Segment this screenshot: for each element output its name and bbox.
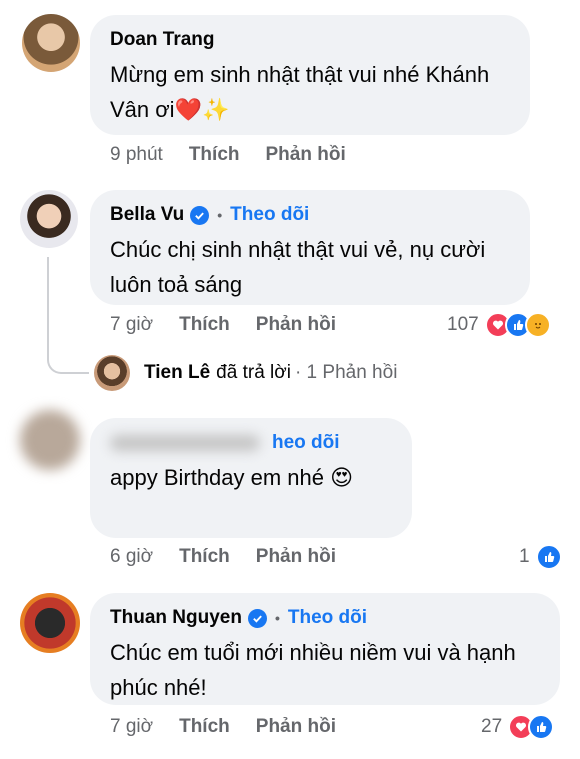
reply-button[interactable]: Phản hồi <box>266 144 346 166</box>
comment-actions: 6 giờ Thích Phản hồi <box>110 542 362 572</box>
comment-time[interactable]: 7 giờ <box>110 314 153 336</box>
comment-time[interactable]: 9 phút <box>110 144 163 166</box>
comment-time[interactable]: 7 giờ <box>110 716 153 738</box>
like-reaction-icon <box>535 544 562 570</box>
reply-count[interactable]: · 1 Phản hồi <box>295 362 397 384</box>
separator-dot: • <box>274 610 280 626</box>
like-reaction-icon <box>528 714 555 740</box>
comment-bubble: heo dõi appy Birthday em nhé 😍 <box>90 418 412 538</box>
like-button[interactable]: Thích <box>179 314 230 336</box>
comment-actions: 9 phút Thích Phản hồi <box>110 140 372 170</box>
comment-bubble: Bella Vu • Theo dõi Chúc chị sinh nhật t… <box>90 190 530 305</box>
commenter-name-blurred <box>110 435 260 451</box>
avatar[interactable] <box>20 190 78 248</box>
comment-text: Chúc chị sinh nhật thật vui vẻ, nụ cười … <box>110 237 486 297</box>
reply-summary[interactable]: Tien Lê đã trả lời · 1 Phản hồi <box>94 355 397 391</box>
reaction-count: 27 <box>481 716 503 737</box>
verified-badge-icon <box>190 205 210 225</box>
comment-text: Chúc em tuổi mới nhiều niềm vui và hạnh … <box>110 640 516 700</box>
reply-avatar[interactable] <box>94 355 130 391</box>
reaction-summary[interactable]: 107 <box>447 310 551 340</box>
avatar[interactable] <box>20 410 80 470</box>
reply-author-name[interactable]: Tien Lê <box>144 362 210 384</box>
avatar[interactable] <box>22 14 80 72</box>
comment-text: Mừng em sinh nhật thật vui nhé Khánh Vân… <box>110 62 490 122</box>
comment-bubble: Thuan Nguyen • Theo dõi Chúc em tuổi mới… <box>90 593 560 705</box>
commenter-name[interactable]: Bella Vu <box>110 204 184 226</box>
comment-text: appy Birthday em nhé 😍 <box>110 465 354 490</box>
commenter-name[interactable]: Thuan Nguyen <box>110 607 242 629</box>
commenter-name[interactable]: Doan Trang <box>110 29 215 51</box>
like-button[interactable]: Thích <box>179 546 230 568</box>
comment-actions: 7 giờ Thích Phản hồi <box>110 712 362 742</box>
comment-time[interactable]: 6 giờ <box>110 546 153 568</box>
reply-button[interactable]: Phản hồi <box>256 314 336 336</box>
follow-button[interactable]: Theo dõi <box>230 204 309 226</box>
follow-button[interactable]: heo dõi <box>272 432 340 454</box>
reaction-count: 1 <box>519 546 530 567</box>
reaction-summary[interactable]: 1 <box>519 542 562 572</box>
reaction-count: 107 <box>447 314 479 335</box>
reply-button[interactable]: Phản hồi <box>256 546 336 568</box>
comment-actions: 7 giờ Thích Phản hồi <box>110 310 362 340</box>
comment-bubble: Doan Trang Mừng em sinh nhật thật vui nh… <box>90 15 530 135</box>
follow-button[interactable]: Theo dõi <box>288 607 367 629</box>
like-button[interactable]: Thích <box>189 144 240 166</box>
reply-action-text: đã trả lời <box>216 362 291 383</box>
separator-dot: • <box>217 207 223 223</box>
reply-button[interactable]: Phản hồi <box>256 716 336 738</box>
avatar[interactable] <box>20 593 80 653</box>
reaction-summary[interactable]: 27 <box>481 712 555 742</box>
verified-badge-icon <box>247 608 267 628</box>
thread-connector-line <box>47 257 89 374</box>
like-button[interactable]: Thích <box>179 716 230 738</box>
care-reaction-icon <box>524 312 551 338</box>
